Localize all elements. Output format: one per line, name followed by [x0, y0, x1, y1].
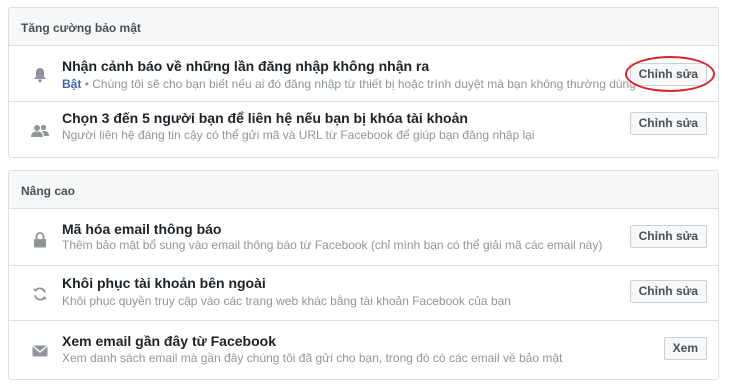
setting-row-recent-emails: Xem email gần đây từ Facebook Xem danh s…	[9, 321, 718, 379]
security-section-title: Tăng cường bảo mật	[9, 8, 718, 46]
refresh-icon	[31, 285, 49, 303]
setting-title: Chọn 3 đến 5 người bạn để liên hệ nếu bạ…	[62, 110, 468, 126]
friends-icon	[31, 122, 49, 140]
edit-button[interactable]: Chỉnh sửa	[629, 112, 707, 135]
setting-row-encrypted-email: Mã hóa email thông báo Thêm bảo mật bổ s…	[9, 209, 718, 266]
setting-description: Thêm bảo mật bổ sung vào email thông báo…	[62, 238, 603, 252]
advanced-panel: Nâng cao Mã hóa email thông báo Thêm bảo…	[8, 170, 719, 380]
setting-title: Xem email gần đây từ Facebook	[62, 333, 276, 349]
setting-description: Xem danh sách email mà gần đây chúng tôi…	[62, 351, 563, 365]
setting-description: Bật • Chúng tôi sẽ cho bạn biết nếu ai đ…	[62, 77, 636, 91]
separator-dot: •	[84, 77, 89, 91]
setting-row-trusted-contacts: Chọn 3 đến 5 người bạn để liên hệ nếu bạ…	[9, 102, 718, 158]
envelope-icon	[31, 342, 49, 360]
edit-button[interactable]: Chỉnh sửa	[629, 63, 707, 86]
lock-icon	[31, 231, 49, 249]
advanced-section-title: Nâng cao	[9, 171, 718, 209]
view-button[interactable]: Xem	[663, 337, 707, 360]
setting-description-text: Chúng tôi sẽ cho bạn biết nếu ai đó đăng…	[92, 77, 636, 91]
security-panel: Tăng cường bảo mật Nhận cảnh báo về nhữn…	[8, 7, 719, 158]
setting-title: Khôi phục tài khoản bên ngoài	[62, 275, 266, 291]
setting-description: Người liên hệ đáng tin cậy có thể gửi mã…	[62, 128, 535, 142]
edit-button[interactable]: Chỉnh sửa	[629, 225, 707, 248]
status-on-label: Bật	[62, 77, 82, 91]
bell-icon	[31, 66, 49, 84]
setting-description: Khôi phục quyền truy cập vào các trang w…	[62, 294, 511, 308]
setting-row-login-alerts: Nhận cảnh báo về những lần đăng nhập khô…	[9, 46, 718, 102]
setting-title: Nhận cảnh báo về những lần đăng nhập khô…	[62, 58, 430, 74]
edit-button[interactable]: Chỉnh sửa	[629, 280, 707, 303]
setting-title: Mã hóa email thông báo	[62, 221, 222, 237]
setting-row-account-recovery: Khôi phục tài khoản bên ngoài Khôi phục …	[9, 266, 718, 321]
